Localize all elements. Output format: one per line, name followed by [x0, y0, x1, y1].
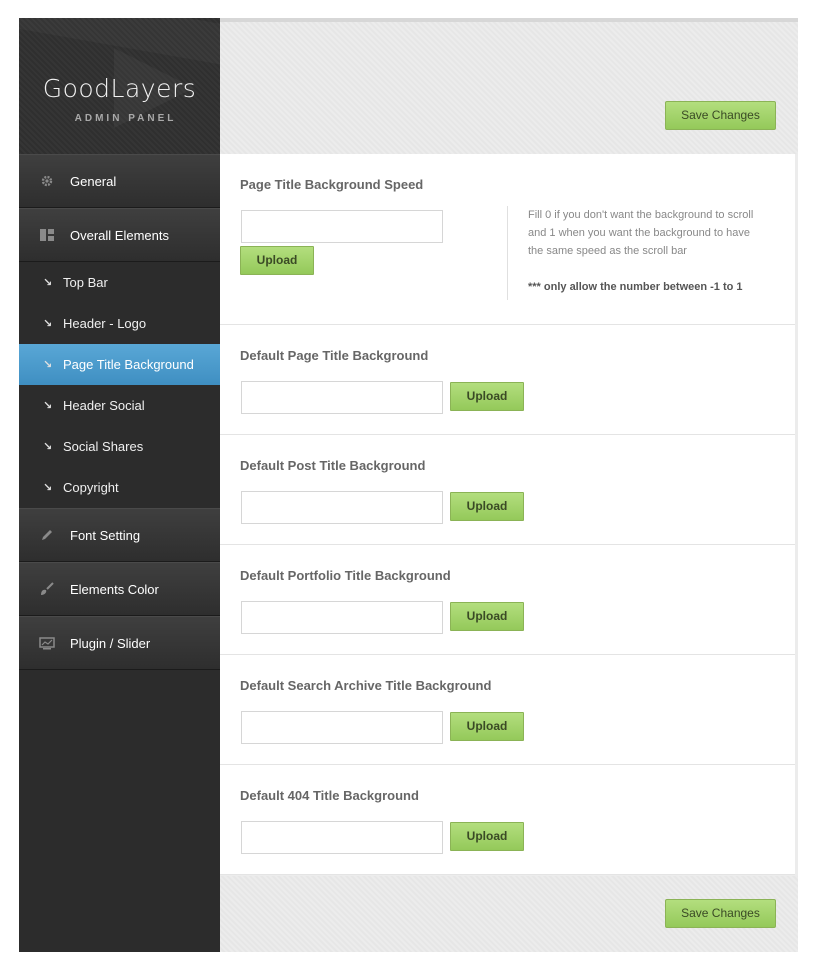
section-page-title-background-speed: Page Title Background Speed Upload Fill …	[220, 154, 795, 325]
sidebar-item-elements-color[interactable]: Elements Color	[19, 562, 220, 616]
upload-button[interactable]: Upload	[240, 246, 314, 275]
brand-header: GoodLayers ADMIN PANEL	[19, 18, 220, 154]
overall-elements-submenu: ↘ Top Bar ↘ Header - Logo ↘ Page Title B…	[19, 262, 220, 508]
sidebar: GoodLayers ADMIN PANEL General Overall E…	[19, 18, 220, 952]
save-changes-button-top[interactable]: Save Changes	[665, 101, 776, 130]
sidebar-subitem-top-bar[interactable]: ↘ Top Bar	[19, 262, 220, 303]
footer-band: Save Changes	[220, 876, 798, 952]
description-text: Fill 0 if you don't want the background …	[528, 209, 754, 257]
subitem-label: Copyright	[63, 480, 119, 495]
subitem-label: Page Title Background	[63, 357, 194, 372]
save-changes-button-bottom[interactable]: Save Changes	[665, 899, 776, 928]
pencil-icon	[38, 526, 56, 544]
sidebar-item-general[interactable]: General	[19, 154, 220, 208]
arrow-down-right-icon: ↘	[43, 441, 53, 453]
section-default-404-title-background: Default 404 Title Background Upload	[220, 765, 795, 875]
field-description: Fill 0 if you don't want the background …	[507, 206, 757, 300]
arrow-down-right-icon: ↘	[43, 400, 53, 412]
arrow-down-right-icon: ↘	[43, 359, 53, 371]
sidebar-item-overall-elements[interactable]: Overall Elements	[19, 208, 220, 262]
arrow-down-right-icon: ↘	[43, 277, 53, 289]
sidebar-subitem-social-shares[interactable]: ↘ Social Shares	[19, 426, 220, 467]
image-url-input[interactable]	[241, 491, 443, 524]
image-url-input[interactable]	[241, 601, 443, 634]
section-title: Page Title Background Speed	[240, 177, 424, 192]
section-title: Default Page Title Background	[240, 348, 429, 363]
arrow-down-right-icon: ↘	[43, 318, 53, 330]
image-url-input[interactable]	[241, 821, 443, 854]
upload-button[interactable]: Upload	[450, 492, 524, 521]
arrow-down-right-icon: ↘	[43, 482, 53, 494]
section-default-post-title-background: Default Post Title Background Upload	[220, 435, 795, 545]
brush-icon	[38, 580, 56, 598]
section-default-portfolio-title-background: Default Portfolio Title Background Uploa…	[220, 545, 795, 655]
sidebar-item-font-setting[interactable]: Font Setting	[19, 508, 220, 562]
upload-button[interactable]: Upload	[450, 382, 524, 411]
sidebar-item-label: Font Setting	[70, 527, 141, 543]
section-title: Default Search Archive Title Background	[240, 678, 492, 693]
gear-icon	[38, 172, 56, 190]
sidebar-subitem-copyright[interactable]: ↘ Copyright	[19, 467, 220, 508]
header-band: Save Changes	[220, 22, 798, 154]
sidebar-subitem-header-logo[interactable]: ↘ Header - Logo	[19, 303, 220, 344]
settings-panel: Page Title Background Speed Upload Fill …	[220, 154, 795, 875]
subitem-label: Social Shares	[63, 439, 144, 454]
brand-title: GoodLayers	[42, 74, 197, 103]
layout-icon	[38, 226, 56, 244]
upload-button[interactable]: Upload	[450, 712, 524, 741]
main-content: Save Changes Page Title Background Speed…	[220, 22, 798, 952]
brand-subtitle: ADMIN PANEL	[74, 113, 177, 124]
section-title: Default Portfolio Title Background	[240, 568, 451, 583]
sidebar-subitem-page-title-background[interactable]: ↘ Page Title Background	[19, 344, 220, 385]
section-default-search-archive-title-background: Default Search Archive Title Background …	[220, 655, 795, 765]
section-title: Default 404 Title Background	[240, 788, 419, 803]
subitem-label: Header Social	[63, 398, 145, 413]
image-url-input[interactable]	[241, 381, 443, 414]
upload-button[interactable]: Upload	[450, 822, 524, 851]
description-note: *** only allow the number between -1 to …	[528, 281, 743, 293]
section-default-page-title-background: Default Page Title Background Upload	[220, 325, 795, 435]
sidebar-subitem-header-social[interactable]: ↘ Header Social	[19, 385, 220, 426]
subitem-label: Top Bar	[63, 275, 108, 290]
sidebar-item-label: Elements Color	[70, 581, 159, 597]
speed-input[interactable]	[241, 210, 443, 243]
subitem-label: Header - Logo	[63, 316, 147, 331]
slider-icon	[38, 634, 56, 652]
sidebar-item-label: General	[70, 173, 117, 189]
sidebar-item-label: Overall Elements	[70, 227, 169, 243]
sidebar-item-plugin-slider[interactable]: Plugin / Slider	[19, 616, 220, 670]
section-title: Default Post Title Background	[240, 458, 426, 473]
sidebar-item-label: Plugin / Slider	[70, 635, 151, 651]
image-url-input[interactable]	[241, 711, 443, 744]
upload-button[interactable]: Upload	[450, 602, 524, 631]
